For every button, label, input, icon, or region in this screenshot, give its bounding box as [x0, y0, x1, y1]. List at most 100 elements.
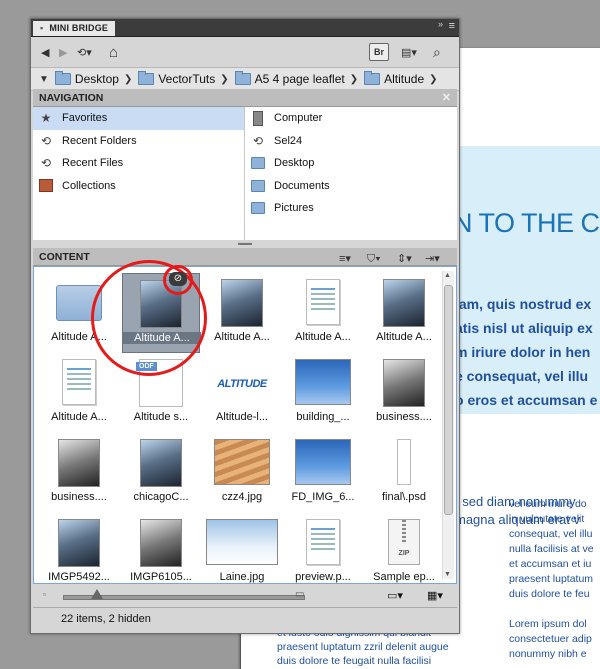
document-text-line: consequat, vel illu [509, 528, 593, 540]
nav-item[interactable]: ⟲ Sel24 [245, 130, 457, 153]
content-item-label: Altitude A... [123, 332, 201, 344]
forward-icon[interactable]: ▶ [59, 43, 67, 61]
photo-thumbnail [214, 439, 270, 485]
content-item[interactable]: Altitude A... [284, 273, 362, 353]
breadcrumb-item[interactable]: VectorTuts [138, 71, 216, 86]
content-item[interactable]: ALTITUDE Altitude-l... [203, 353, 281, 433]
nav-item-label: Recent Folders [62, 134, 137, 147]
view-mode-icon[interactable]: ▭▾ [387, 589, 403, 602]
content-item[interactable]: final\.psd [365, 433, 443, 513]
recent-folders-icon: ⟲ [40, 133, 52, 148]
photo-thumbnail [140, 280, 182, 328]
nav-item[interactable]: ⟲ Recent Folders [33, 130, 244, 153]
content-item[interactable]: preview.p... [284, 513, 362, 583]
panel-tab[interactable]: ▪ MINI BRIDGE [33, 21, 116, 36]
content-item[interactable]: Laine.jpg [203, 513, 281, 583]
star-icon: ★ [40, 111, 52, 126]
view-menu-icon[interactable]: ▤▾ [401, 43, 417, 61]
content-item[interactable]: IMGP5492... [40, 513, 118, 583]
mini-bridge-panel: ▪ MINI BRIDGE » ≡ ◀ ▶ ⟲▾ ⌂ Br ▤▾ ⌕ ▼ Desk… [30, 18, 460, 634]
nav-item[interactable]: Pictures [245, 197, 457, 220]
content-item[interactable]: Altitude A... [40, 353, 118, 433]
chevron-right-icon[interactable]: ❯ [124, 74, 132, 85]
document-text-line: o eros et accumsan e [455, 392, 598, 408]
navigation-pane: ★ Favorites ⟲ Recent Folders ⟲ Recent Files Co… [33, 107, 457, 241]
toolbar: ◀ ▶ ⟲▾ ⌂ Br ▤▾ ⌕ [31, 37, 459, 67]
document-text-line: iam, quis nostrud ex [455, 296, 592, 312]
photo-thumbnail [206, 519, 278, 565]
breadcrumb-item[interactable]: A5 4 page leaflet [234, 71, 345, 86]
breadcrumb-item[interactable]: Desktop [54, 71, 119, 86]
pane-splitter[interactable]: ▬▬ [33, 240, 457, 248]
content-item[interactable]: Altitude A... [122, 273, 201, 353]
content-item[interactable]: ODF Altitude s... [122, 353, 200, 433]
navigation-favorites-list: ★ Favorites ⟲ Recent Folders ⟲ Recent Files Co… [33, 107, 245, 240]
zip-tag: ZIP [398, 550, 410, 557]
content-item[interactable]: Altitude A... [365, 273, 443, 353]
document-text-line: praesent luptatum zzril delenit augue [277, 641, 449, 653]
document-text-line: Lorem ipsum dol [509, 618, 587, 630]
photo-thumbnail [221, 279, 263, 327]
breadcrumb-item[interactable]: Altitude [364, 71, 424, 86]
recent-icon: ⟲ [252, 133, 264, 148]
scroll-thumb[interactable] [444, 285, 453, 515]
content-header: CONTENT ≡▾ ⛉▾ ⇕▾ ⇥▾ [33, 248, 457, 266]
nav-item-label: Recent Files [62, 157, 124, 170]
breadcrumb-label: VectorTuts [158, 72, 216, 86]
photo-thumbnail [58, 439, 100, 487]
document-text-line: duis dolore te feu [509, 588, 590, 600]
collapse-icon[interactable]: » [438, 19, 443, 29]
home-icon[interactable]: ⌂ [109, 43, 118, 61]
scroll-up-icon[interactable]: ▲ [444, 272, 451, 279]
go-to-bridge-button[interactable]: Br [369, 43, 389, 61]
content-item[interactable]: Altitude A... [203, 273, 281, 353]
nav-item[interactable]: Computer [245, 107, 457, 130]
nav-item[interactable]: Desktop [245, 152, 457, 175]
content-item[interactable]: chicagoC... [122, 433, 200, 513]
breadcrumb-menu-icon[interactable]: ▼ [39, 74, 49, 85]
content-item[interactable]: Altitude A... [40, 273, 118, 353]
content-item[interactable]: business.... [365, 353, 443, 433]
odf-tag: ODF [136, 362, 157, 371]
content-item[interactable]: ZIP Sample ep... [365, 513, 443, 583]
collections-shape [39, 179, 53, 193]
back-icon[interactable]: ◀ [41, 43, 49, 61]
content-item[interactable]: IMGP6105... [122, 513, 200, 583]
content-item[interactable]: building_... [284, 353, 362, 433]
document-thumbnail [62, 359, 96, 405]
panel-title: MINI BRIDGE [49, 23, 109, 33]
large-thumbnail-icon[interactable]: ▭ [295, 589, 304, 600]
slider-thumb[interactable] [91, 589, 103, 599]
nav-item[interactable]: ★ Favorites [33, 107, 244, 130]
content-item-label: Altitude-l... [216, 411, 268, 423]
grid-view-icon[interactable]: ▦▾ [427, 589, 443, 602]
close-icon[interactable]: ✕ [442, 89, 451, 107]
content-item[interactable]: business.... [40, 433, 118, 513]
nav-item[interactable]: Documents [245, 175, 457, 198]
document-text-line: atis nisl ut aliquip ex [455, 320, 593, 336]
folder-icon [251, 201, 265, 215]
document-text-line: vel eum iriure do [509, 498, 587, 510]
nav-item-label: Pictures [274, 202, 314, 215]
zip-file-icon: ZIP [388, 519, 420, 565]
content-item[interactable]: czz4.jpg [203, 433, 281, 513]
chevron-right-icon[interactable]: ❯ [350, 74, 358, 85]
scrollbar[interactable]: ▲ ▼ [442, 271, 454, 579]
small-thumbnail-icon[interactable]: ▫ [43, 590, 46, 599]
search-icon[interactable]: ⌕ [433, 43, 441, 61]
recent-menu-icon[interactable]: ⟲▾ [77, 43, 92, 61]
document-text-line: nonummy nibh e [509, 648, 587, 660]
scroll-down-icon[interactable]: ▼ [444, 571, 451, 578]
nav-item-label: Collections [62, 179, 116, 192]
panel-menu-icon[interactable]: ≡ [449, 20, 455, 32]
chevron-right-icon[interactable]: ❯ [429, 74, 437, 85]
close-icon[interactable]: ▪ [40, 23, 43, 33]
bottom-toolbar: ▫ ▭ ▭▾ ▦▾ [33, 585, 457, 607]
document-text-line: consectetuer adip [509, 633, 592, 645]
nav-item[interactable]: ⟲ Recent Files [33, 152, 244, 175]
nav-item[interactable]: Collections [33, 175, 244, 198]
content-grid: ▲ ▼ Altitude A... Altitude A... Altitude A… [33, 266, 457, 584]
chevron-right-icon[interactable]: ❯ [220, 74, 228, 85]
collections-icon [39, 179, 53, 193]
content-item[interactable]: FD_IMG_6... [284, 433, 362, 513]
